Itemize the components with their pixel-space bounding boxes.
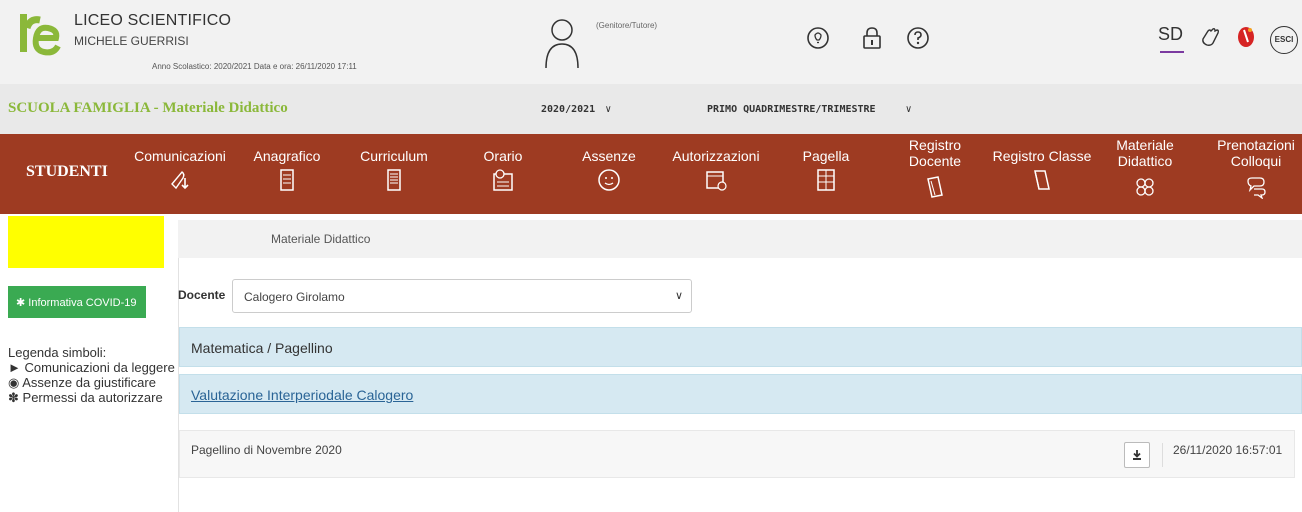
school-subtitle: MICHELE GUERRISI [74, 34, 189, 48]
panel-matematica[interactable]: Matematica / Pagellino [179, 327, 1302, 367]
virus-icon: ✱ [16, 296, 26, 309]
nav-item-registro-classe[interactable]: Registro Classe [990, 148, 1094, 192]
panel-title: Matematica / Pagellino [191, 340, 333, 356]
panel-valutazione[interactable]: Valutazione Interperiodale Calogero [179, 374, 1302, 414]
chevron-down-icon: ∨ [674, 290, 683, 302]
symbol-legend: Legenda simboli: ► Comunicazioni da legg… [8, 345, 175, 405]
smiley-icon [598, 169, 620, 191]
nav-item-pagella[interactable]: Pagella [800, 148, 852, 192]
megaphone-icon [171, 171, 189, 190]
nav-item-orario[interactable]: Orario [480, 148, 526, 192]
main-nav: STUDENTI Comunicazioni Anagrafico Curric… [0, 134, 1302, 214]
help-icon[interactable] [906, 26, 930, 50]
flag-icon[interactable] [1234, 24, 1258, 48]
page-title: SCUOLA FAMIGLIA - Materiale Didattico [8, 100, 288, 116]
re-logo-icon [20, 14, 61, 56]
megaphone-icon: ► [8, 360, 21, 375]
nav-item-anagrafico[interactable]: Anagrafico [250, 148, 324, 192]
panel-link[interactable]: Valutazione Interperiodale Calogero [191, 387, 413, 403]
book-icon [927, 176, 943, 198]
calendar-check-icon [706, 171, 727, 191]
nav-item-prenotazioni-colloqui[interactable]: Prenotazioni Colloqui [1210, 137, 1302, 199]
sd-icon[interactable]: SD [1158, 24, 1186, 54]
lightbulb-icon[interactable] [806, 26, 830, 50]
sub-header-bar: SCUOLA FAMIGLIA - Materiale Didattico 20… [0, 84, 1302, 134]
exit-icon[interactable]: ESCI [1270, 26, 1298, 54]
document-icon [280, 169, 294, 191]
download-button[interactable] [1124, 442, 1150, 468]
user-role: (Genitore/Tutore) [596, 21, 658, 30]
file-row: Pagellino di Novembre 2020 26/11/2020 16… [179, 430, 1295, 478]
user-icon[interactable] [542, 14, 582, 70]
file-icon [387, 169, 401, 191]
chevron-down-icon: ∨ [905, 104, 912, 115]
puzzle-icon [1136, 178, 1154, 196]
nav-item-comunicazioni[interactable]: Comunicazioni [134, 148, 226, 192]
download-icon [1133, 450, 1141, 460]
nav-section-studenti[interactable]: STUDENTI [26, 163, 108, 181]
highlight-block [8, 216, 164, 268]
docente-label: Docente [178, 288, 226, 302]
period-select[interactable]: PRIMO QUADRIMESTRE/TRIMESTRE ∨ [707, 104, 912, 115]
school-name: LICEO SCIENTIFICO [74, 12, 232, 29]
breadcrumb: Materiale Didattico [271, 232, 371, 246]
absence-icon: ◉ [8, 375, 20, 390]
chat-icon [1247, 177, 1266, 199]
top-header: LICEO SCIENTIFICO MICHELE GUERRISI Anno … [0, 0, 1302, 84]
nav-item-assenze[interactable]: Assenze [580, 148, 638, 192]
lock-icon[interactable] [860, 26, 884, 50]
report-icon [817, 169, 835, 191]
file-title: Pagellino di Novembre 2020 [191, 443, 342, 457]
breadcrumb-bar: Materiale Didattico [178, 220, 1302, 258]
file-timestamp: 26/11/2020 16:57:01 [1162, 443, 1282, 467]
book-open-icon [1034, 170, 1050, 190]
nav-item-registro-docente[interactable]: Registro Docente [900, 137, 970, 199]
legend-item: ✽ Permessi da autorizzare [8, 390, 163, 405]
year-date-info: Anno Scolastico: 2020/2021 Data e ora: 2… [152, 62, 357, 71]
nav-item-autorizzazioni[interactable]: Autorizzazioni [664, 148, 768, 192]
calendar-clock-icon [493, 169, 513, 191]
hand-icon[interactable] [1199, 25, 1223, 49]
chevron-down-icon: ∨ [605, 104, 612, 115]
legend-title: Legenda simboli: [8, 345, 107, 360]
covid-info-button[interactable]: ✱ Informativa COVID-19 [8, 286, 146, 318]
docente-select[interactable]: Calogero Girolamo ∨ [232, 279, 692, 313]
legend-item: ◉ Assenze da giustificare [8, 375, 156, 390]
nav-item-materiale-didattico[interactable]: Materiale Didattico [1108, 137, 1182, 199]
nav-item-curriculum[interactable]: Curriculum [356, 148, 432, 192]
year-select[interactable]: 2020/2021 ∨ [541, 104, 611, 115]
paw-icon: ✽ [8, 390, 19, 405]
docente-value: Calogero Girolamo [244, 290, 345, 304]
legend-item: ► Comunicazioni da leggere [8, 360, 175, 375]
